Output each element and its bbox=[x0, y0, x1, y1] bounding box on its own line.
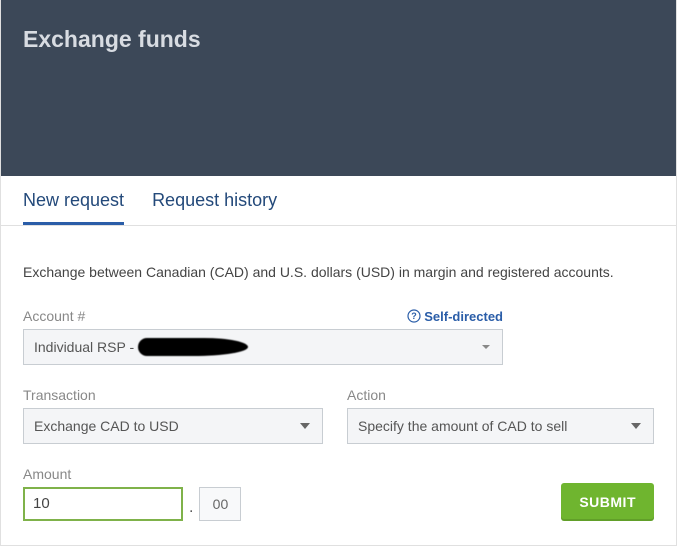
self-directed-label: Self-directed bbox=[424, 309, 503, 324]
account-selected-prefix: Individual RSP - bbox=[34, 339, 134, 355]
self-directed-link[interactable]: ? Self-directed bbox=[407, 309, 503, 324]
chevron-down-icon bbox=[631, 423, 641, 429]
transaction-field: Transaction Exchange CAD to USD bbox=[23, 383, 323, 444]
account-field: Account # ? Self-directed Individual RSP… bbox=[23, 304, 503, 365]
submit-button[interactable]: SUBMIT bbox=[561, 483, 654, 521]
chevron-down-icon bbox=[482, 345, 490, 349]
transaction-label: Transaction bbox=[23, 387, 96, 403]
svg-text:?: ? bbox=[412, 311, 418, 321]
amount-integer-input[interactable] bbox=[23, 487, 183, 521]
action-field: Action Specify the amount of CAD to sell bbox=[347, 383, 654, 444]
account-label-row: Account # ? Self-directed bbox=[23, 304, 503, 324]
page-title: Exchange funds bbox=[23, 26, 654, 53]
description-text: Exchange between Canadian (CAD) and U.S.… bbox=[23, 264, 654, 280]
action-select[interactable]: Specify the amount of CAD to sell bbox=[347, 408, 654, 444]
amount-decimal-input[interactable] bbox=[199, 487, 241, 521]
amount-field: Amount . bbox=[23, 462, 241, 521]
help-icon: ? bbox=[407, 309, 421, 323]
account-select[interactable]: Individual RSP - bbox=[23, 329, 503, 365]
account-redacted bbox=[138, 338, 248, 356]
header: Exchange funds bbox=[1, 0, 676, 176]
action-label: Action bbox=[347, 387, 386, 403]
tab-new-request[interactable]: New request bbox=[23, 186, 124, 225]
transaction-select[interactable]: Exchange CAD to USD bbox=[23, 408, 323, 444]
form-body: Exchange between Canadian (CAD) and U.S.… bbox=[1, 226, 676, 541]
transaction-action-row: Transaction Exchange CAD to USD Action S… bbox=[23, 383, 654, 444]
tabs: New request Request history bbox=[1, 176, 676, 226]
tab-request-history[interactable]: Request history bbox=[152, 186, 277, 225]
amount-inputs: . bbox=[23, 487, 241, 521]
amount-label: Amount bbox=[23, 466, 71, 482]
action-selected: Specify the amount of CAD to sell bbox=[358, 418, 567, 434]
account-row: Account # ? Self-directed Individual RSP… bbox=[23, 304, 654, 365]
amount-row: Amount . SUBMIT bbox=[23, 462, 654, 521]
account-label: Account # bbox=[23, 308, 85, 324]
transaction-selected: Exchange CAD to USD bbox=[34, 418, 179, 434]
content: New request Request history Exchange bet… bbox=[1, 176, 676, 545]
chevron-down-icon bbox=[300, 423, 310, 429]
exchange-funds-panel: Exchange funds New request Request histo… bbox=[0, 0, 677, 546]
decimal-point: . bbox=[189, 499, 193, 521]
